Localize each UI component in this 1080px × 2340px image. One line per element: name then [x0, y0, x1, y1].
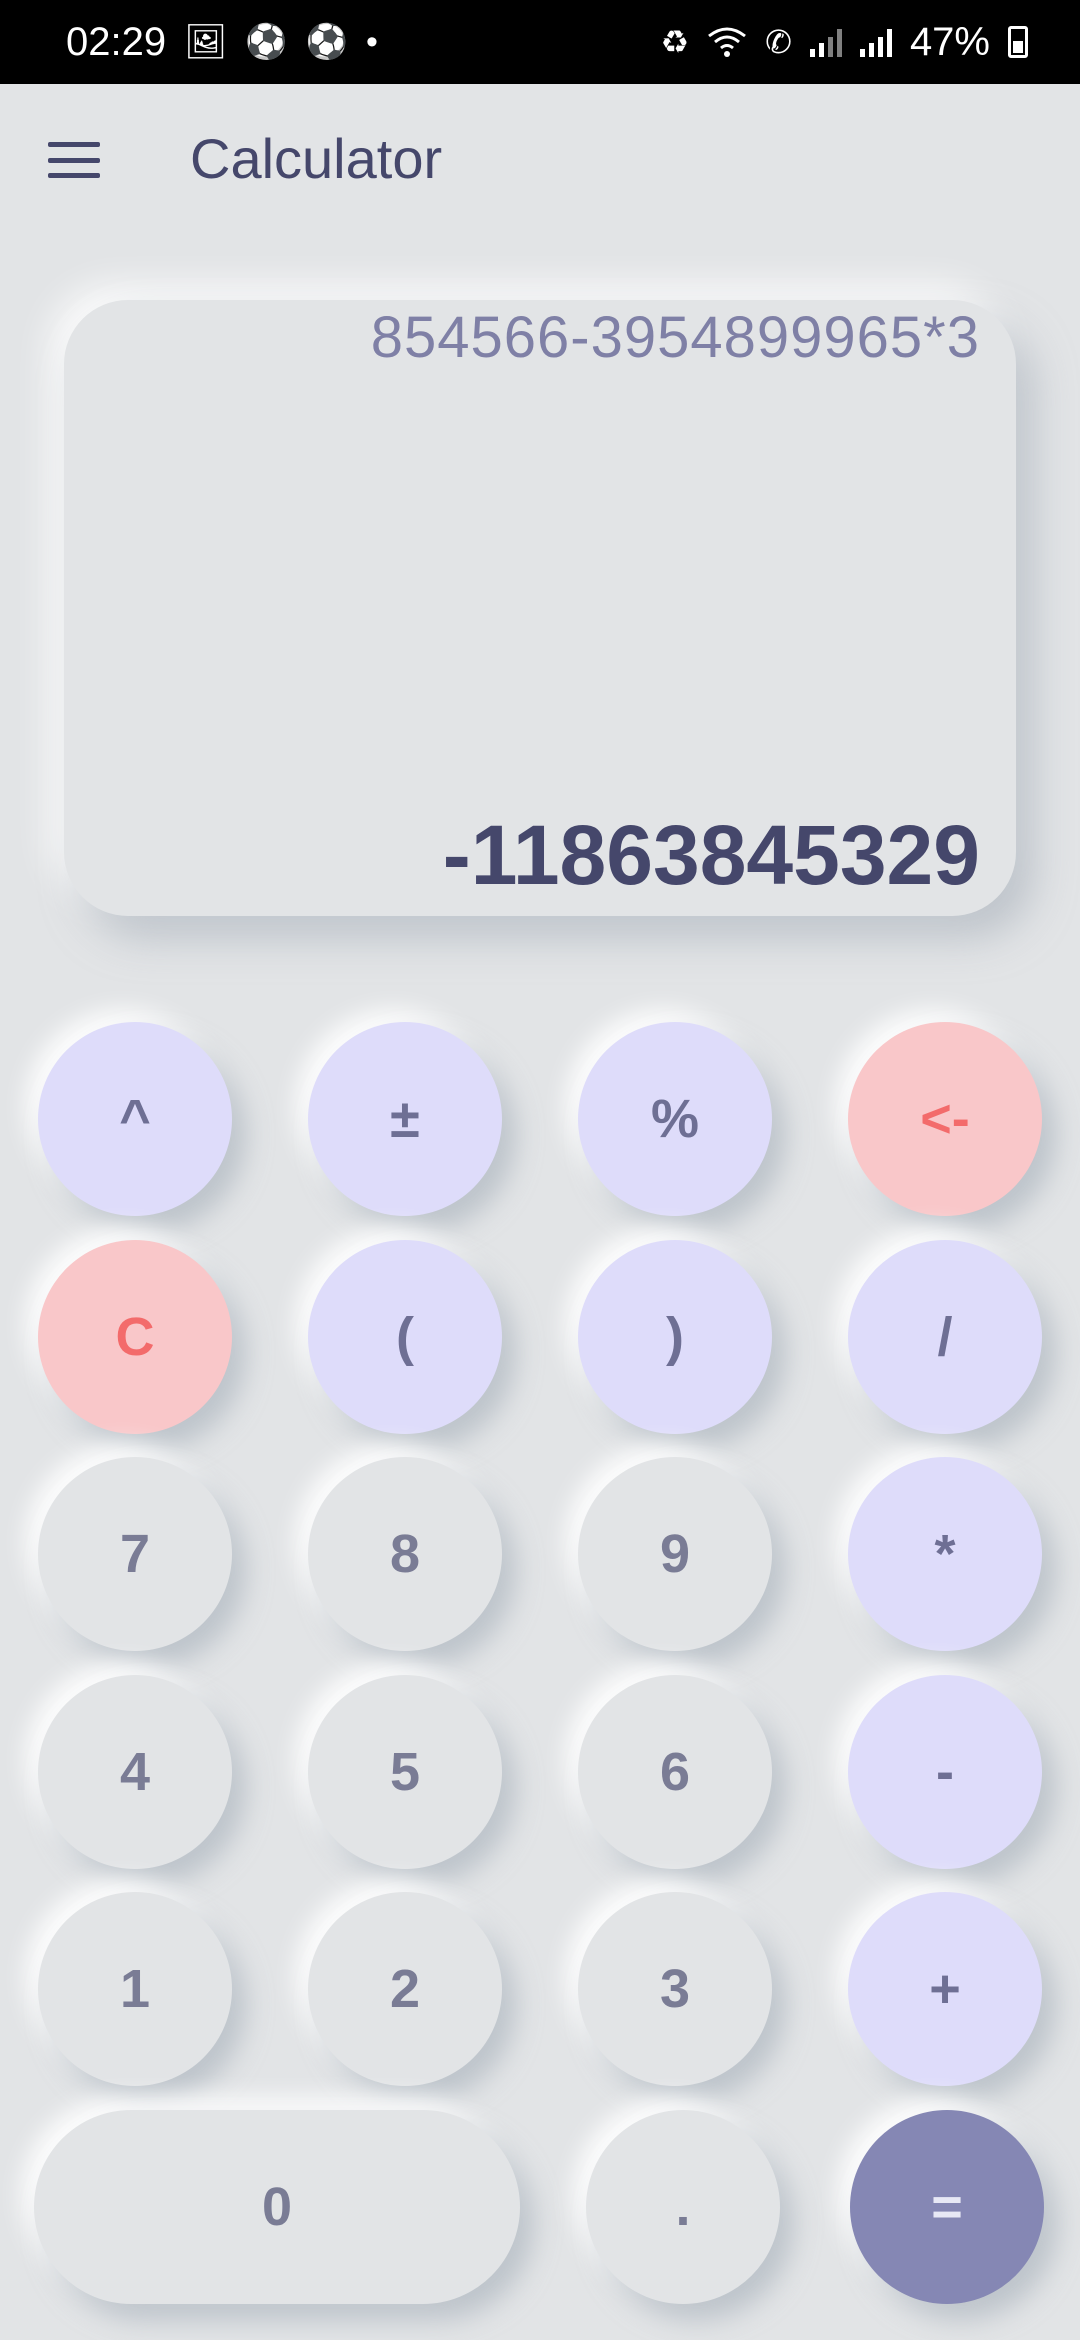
- digit-1-button[interactable]: 1: [38, 1892, 232, 2086]
- minus-button[interactable]: -: [848, 1675, 1042, 1869]
- signal-icon: [809, 27, 842, 57]
- dot-icon: •: [365, 22, 378, 61]
- calculator-display: 854566-3954899965*3 -11863845329: [64, 300, 1016, 916]
- multiply-button[interactable]: *: [848, 1457, 1042, 1651]
- digit-2-button[interactable]: 2: [308, 1892, 502, 2086]
- plus-minus-button[interactable]: ±: [308, 1022, 502, 1216]
- percent-button[interactable]: %: [578, 1022, 772, 1216]
- digit-5-button[interactable]: 5: [308, 1675, 502, 1869]
- digit-0-button[interactable]: 0: [34, 2110, 520, 2304]
- soccer-ball-icon: ⚽: [245, 23, 288, 61]
- digit-3-button[interactable]: 3: [578, 1892, 772, 2086]
- soccer-ball-icon: ⚽: [305, 23, 348, 61]
- wifi-calling-icon: ✆: [765, 24, 792, 60]
- status-bar: 02:29 🖼 ⚽ ⚽ • ♻ ✆ 47%: [0, 0, 1080, 84]
- image-icon: 🖼: [184, 23, 228, 61]
- battery-icon: [1008, 26, 1028, 58]
- result-text: -11863845329: [442, 808, 980, 902]
- digit-4-button[interactable]: 4: [38, 1675, 232, 1869]
- digit-9-button[interactable]: 9: [578, 1457, 772, 1651]
- status-right: ♻ ✆ 47%: [660, 20, 1028, 65]
- status-time: 02:29: [66, 19, 167, 64]
- digit-7-button[interactable]: 7: [38, 1457, 232, 1651]
- app-bar: Calculator: [0, 84, 1080, 228]
- status-left: 02:29 🖼 ⚽ ⚽ •: [66, 20, 378, 65]
- backspace-button[interactable]: <-: [848, 1022, 1042, 1216]
- expression-text: 854566-3954899965*3: [370, 305, 980, 370]
- divide-button[interactable]: /: [848, 1240, 1042, 1434]
- clear-button[interactable]: C: [38, 1240, 232, 1434]
- open-paren-button[interactable]: (: [308, 1240, 502, 1434]
- plus-button[interactable]: +: [848, 1892, 1042, 2086]
- decimal-button[interactable]: .: [586, 2110, 780, 2304]
- digit-8-button[interactable]: 8: [308, 1457, 502, 1651]
- equals-button[interactable]: =: [850, 2110, 1044, 2304]
- close-paren-button[interactable]: ): [578, 1240, 772, 1434]
- power-button[interactable]: ^: [38, 1022, 232, 1216]
- wifi-icon: [708, 27, 747, 57]
- hamburger-menu-icon[interactable]: [48, 142, 100, 178]
- signal-icon: [859, 27, 892, 57]
- battery-saver-icon: ♻: [660, 24, 690, 60]
- page-title: Calculator: [190, 127, 443, 190]
- digit-6-button[interactable]: 6: [578, 1675, 772, 1869]
- battery-percent: 47%: [909, 19, 990, 64]
